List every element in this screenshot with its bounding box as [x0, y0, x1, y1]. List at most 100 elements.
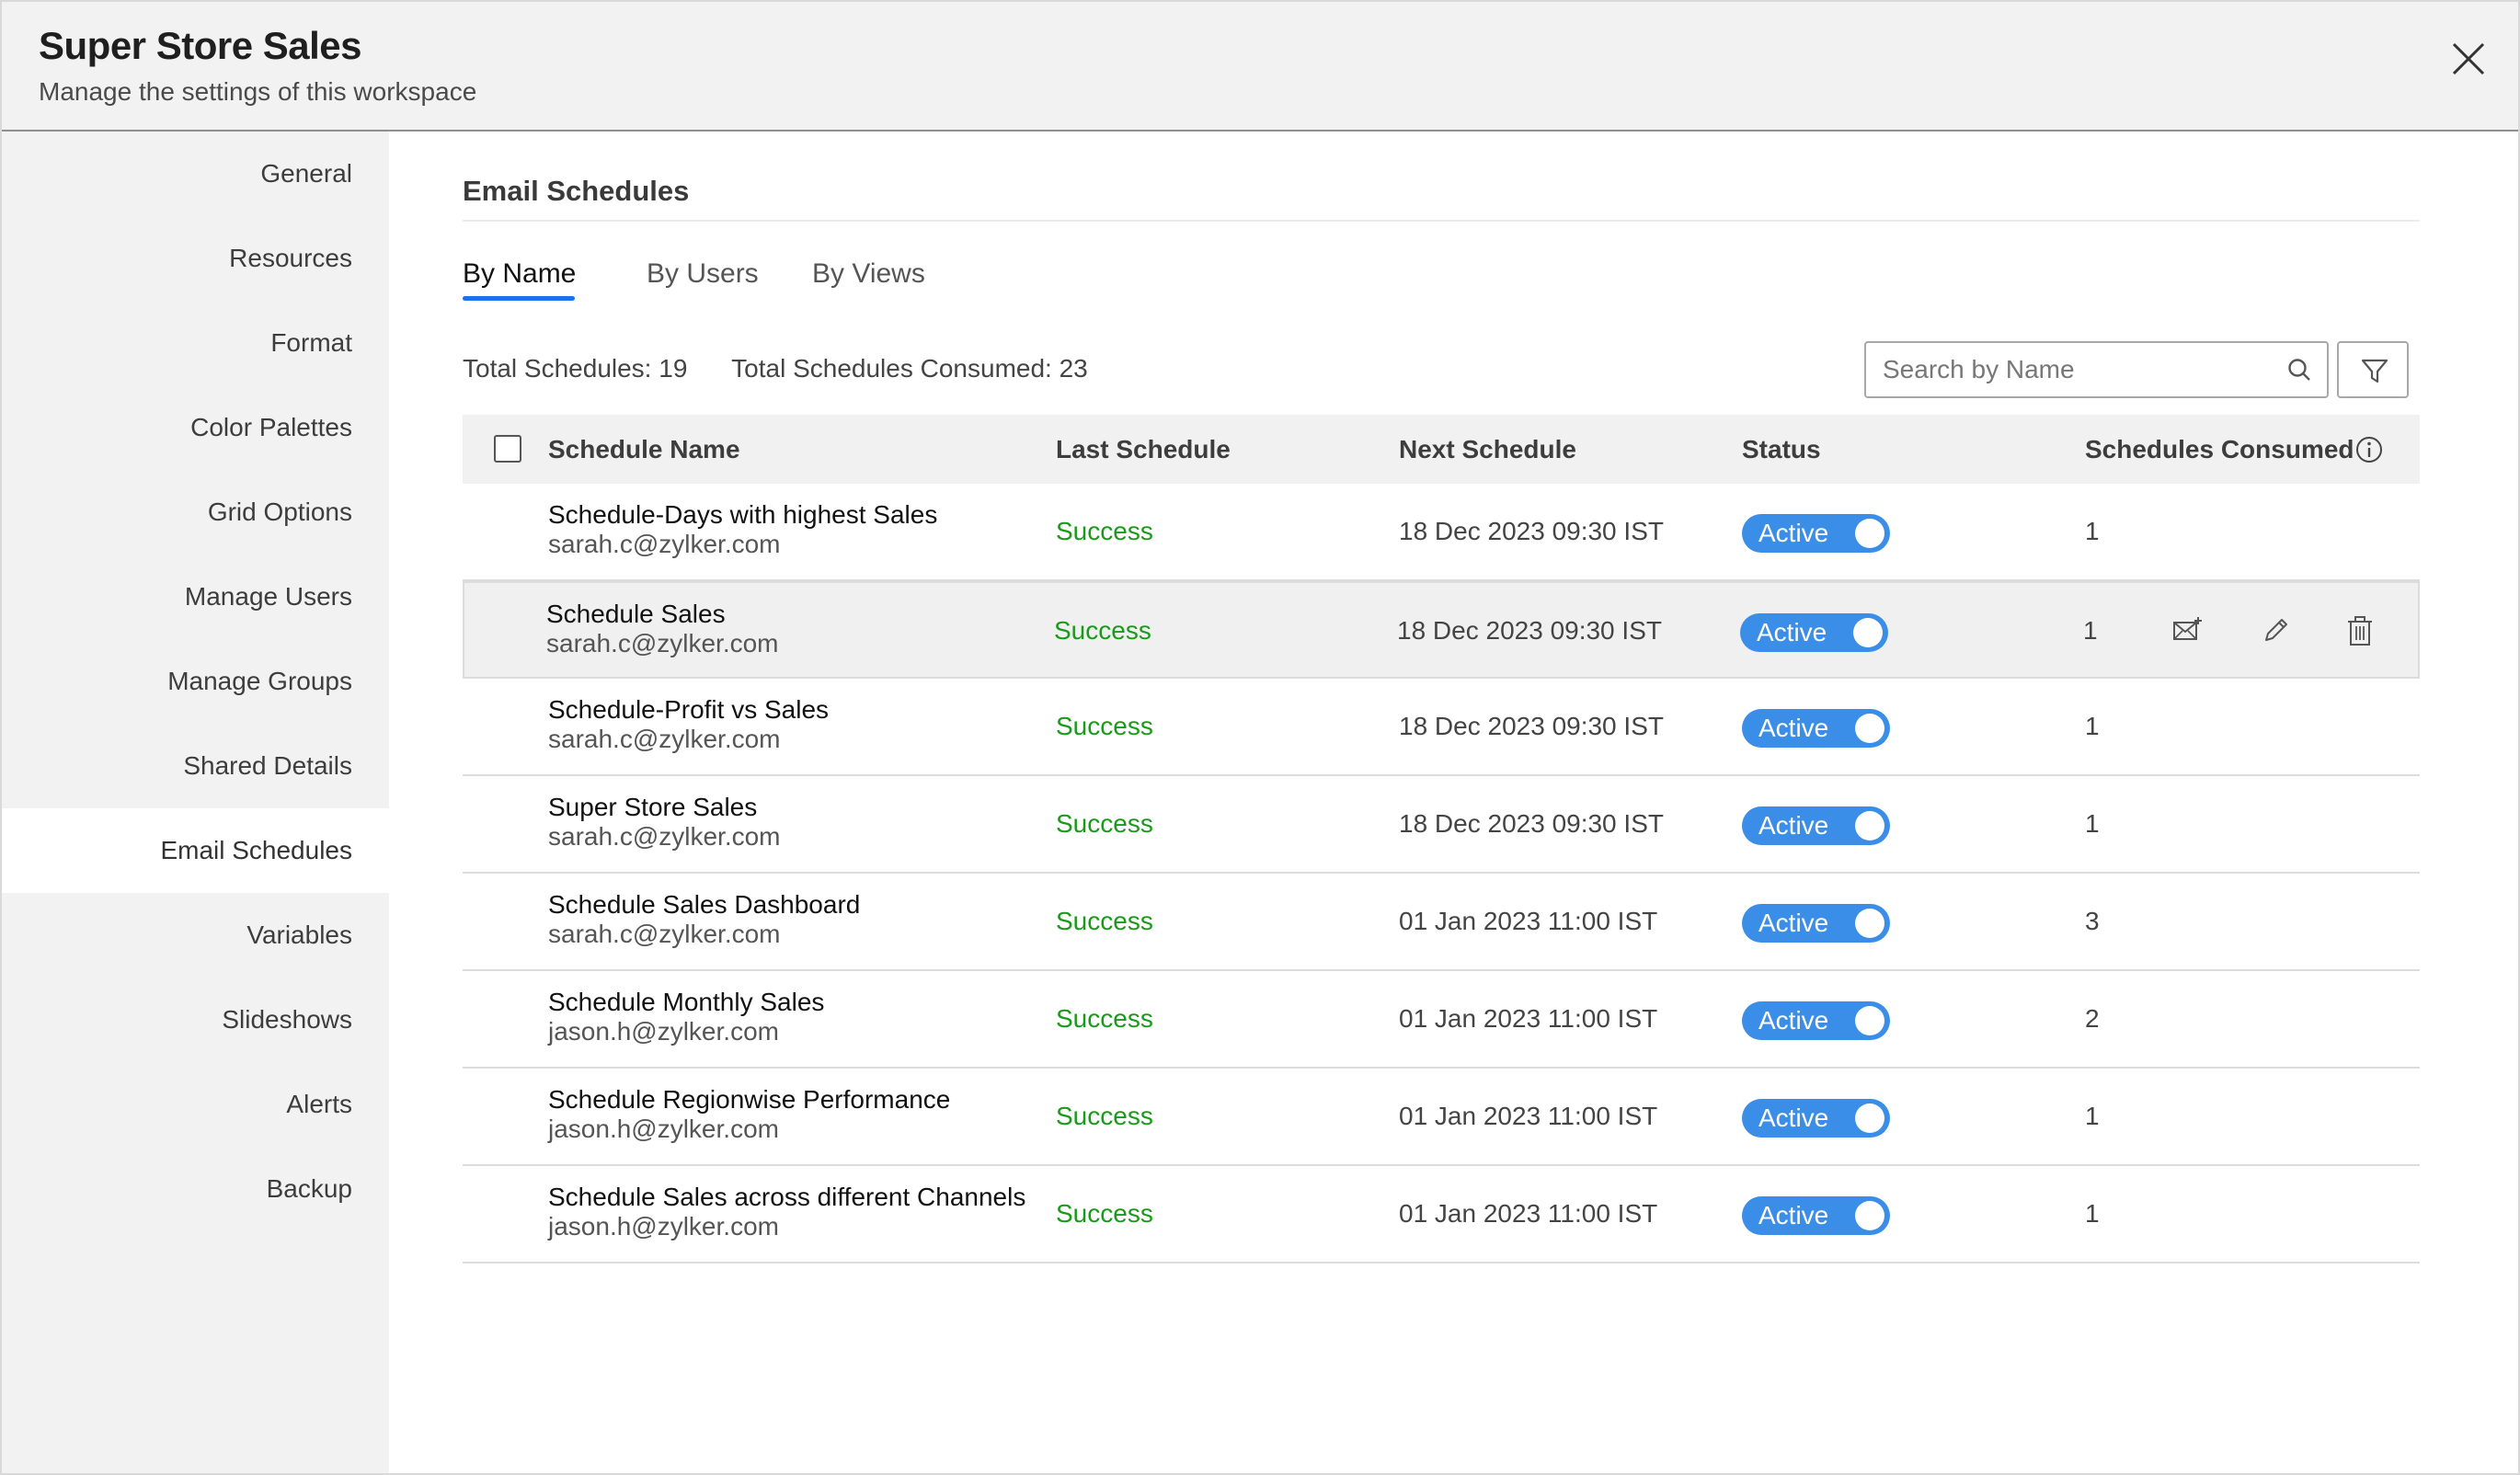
sidebar-item-resources[interactable]: Resources — [2, 216, 352, 301]
total-schedules-consumed: Total Schedules Consumed: 23 — [731, 354, 1088, 383]
column-last-schedule[interactable]: Last Schedule — [1056, 415, 1231, 484]
status-toggle-label: Active — [1758, 714, 1829, 742]
schedules-consumed: 1 — [2085, 517, 2100, 545]
status-toggle[interactable]: Active — [1742, 709, 1890, 748]
table-row[interactable]: Schedule Sales across different Channels… — [463, 1166, 2420, 1263]
status-toggle-label: Active — [1757, 618, 1827, 646]
trash-icon[interactable] — [2344, 615, 2376, 646]
last-schedule-status: Success — [1056, 1102, 1153, 1130]
column-schedules-consumed[interactable]: Schedules Consumed — [2085, 415, 2354, 484]
sidebar-item-manage-users[interactable]: Manage Users — [2, 555, 352, 639]
search-input[interactable] — [1883, 343, 2269, 396]
sidebar-item-alerts[interactable]: Alerts — [2, 1062, 352, 1147]
schedule-name[interactable]: Schedule Monthly Sales — [548, 988, 824, 1017]
sidebar-item-variables[interactable]: Variables — [2, 893, 352, 978]
schedule-name[interactable]: Schedule-Profit vs Sales — [548, 695, 829, 725]
filter-button[interactable] — [2337, 341, 2409, 398]
schedule-name[interactable]: Schedule Regionwise Performance — [548, 1085, 950, 1115]
status-toggle[interactable]: Active — [1742, 1099, 1890, 1138]
toggle-knob — [1853, 618, 1883, 647]
schedule-name[interactable]: Schedule-Days with highest Sales — [548, 500, 937, 530]
table-row[interactable]: Schedule-Days with highest Sales sarah.c… — [463, 484, 2420, 581]
main-content: Email Schedules By Name By Users By View… — [389, 131, 2518, 1473]
schedule-name[interactable]: Super Store Sales — [548, 793, 757, 822]
sidebar-item-grid-options[interactable]: Grid Options — [2, 470, 352, 555]
status-toggle-label: Active — [1758, 1006, 1829, 1035]
next-schedule-time: 01 Jan 2023 11:00 IST — [1399, 907, 1658, 935]
status-toggle[interactable]: Active — [1742, 1196, 1890, 1235]
sidebar-item-manage-groups[interactable]: Manage Groups — [2, 639, 352, 724]
table-row[interactable]: Schedule-Profit vs Sales sarah.c@zylker.… — [463, 679, 2420, 776]
pencil-icon[interactable] — [2260, 615, 2291, 646]
schedule-name[interactable]: Schedule Sales across different Channels — [548, 1183, 1025, 1212]
workspace-settings-dialog: Super Store Sales Manage the settings of… — [0, 0, 2520, 1475]
sidebar-item-backup[interactable]: Backup — [2, 1147, 352, 1231]
schedules-consumed: 1 — [2085, 1199, 2100, 1228]
table-row[interactable]: Schedule Sales Dashboard sarah.c@zylker.… — [463, 874, 2420, 971]
page-title: Super Store Sales — [39, 24, 361, 67]
table-row[interactable]: Schedule Sales sarah.c@zylker.com Succes… — [463, 581, 2420, 679]
last-schedule-status: Success — [1056, 1004, 1153, 1033]
total-schedules: Total Schedules: 19 — [463, 354, 688, 383]
last-schedule-status: Success — [1056, 1199, 1153, 1228]
schedule-owner-email: sarah.c@zylker.com — [548, 530, 781, 558]
column-schedule-name[interactable]: Schedule Name — [548, 415, 740, 484]
last-schedule-status: Success — [1056, 907, 1153, 935]
status-toggle[interactable]: Active — [1742, 806, 1890, 845]
last-schedule-status: Success — [1056, 517, 1153, 545]
active-tab-indicator — [463, 296, 575, 301]
search-box — [1864, 341, 2329, 398]
toggle-knob — [1855, 1006, 1884, 1035]
sidebar-item-general[interactable]: General — [2, 131, 352, 216]
schedules-consumed: 1 — [2083, 616, 2098, 645]
sidebar-item-slideshows[interactable]: Slideshows — [2, 978, 352, 1062]
tab-by-views[interactable]: By Views — [812, 258, 925, 290]
select-all-checkbox[interactable] — [494, 435, 521, 463]
schedules-consumed: 1 — [2085, 712, 2100, 740]
schedules-consumed: 2 — [2085, 1004, 2100, 1033]
sidebar-item-email-schedules[interactable]: Email Schedules — [2, 808, 389, 893]
schedule-name[interactable]: Schedule Sales Dashboard — [548, 890, 860, 920]
page-subtitle: Manage the settings of this workspace — [39, 77, 477, 106]
settings-sidebar: General Resources Format Color Palettes … — [2, 131, 389, 1473]
table-row[interactable]: Super Store Sales sarah.c@zylker.com Suc… — [463, 776, 2420, 874]
next-schedule-time: 18 Dec 2023 09:30 IST — [1399, 517, 1664, 545]
tab-by-users[interactable]: By Users — [647, 258, 759, 290]
schedule-owner-email: jason.h@zylker.com — [548, 1115, 779, 1143]
status-toggle[interactable]: Active — [1740, 613, 1888, 652]
sidebar-item-format[interactable]: Format — [2, 301, 352, 385]
close-button[interactable] — [2448, 39, 2489, 79]
next-schedule-time: 18 Dec 2023 09:30 IST — [1399, 809, 1664, 838]
schedule-summary: Total Schedules: 19 Total Schedules Cons… — [463, 354, 1088, 383]
sidebar-item-shared-details[interactable]: Shared Details — [2, 724, 352, 808]
tab-by-name[interactable]: By Name — [463, 258, 576, 290]
table-row[interactable]: Schedule Regionwise Performance jason.h@… — [463, 1069, 2420, 1166]
status-toggle[interactable]: Active — [1742, 904, 1890, 943]
toggle-knob — [1855, 811, 1884, 840]
toggle-knob — [1855, 1103, 1884, 1133]
status-toggle-label: Active — [1758, 1201, 1829, 1229]
table-row[interactable]: Schedule Monthly Sales jason.h@zylker.co… — [463, 971, 2420, 1069]
info-icon[interactable] — [2354, 435, 2384, 464]
sidebar-item-color-palettes[interactable]: Color Palettes — [2, 385, 352, 470]
dialog-header: Super Store Sales Manage the settings of… — [2, 2, 2518, 131]
filter-icon — [2361, 359, 2388, 383]
schedule-owner-email: sarah.c@zylker.com — [548, 725, 781, 753]
status-toggle[interactable]: Active — [1742, 1001, 1890, 1040]
mail-send-icon[interactable] — [2171, 615, 2203, 646]
search-icon[interactable] — [2286, 357, 2312, 383]
schedules-consumed: 1 — [2085, 1102, 2100, 1130]
toggle-knob — [1855, 519, 1884, 548]
schedule-owner-email: sarah.c@zylker.com — [548, 920, 781, 948]
schedules-consumed: 3 — [2085, 907, 2100, 935]
column-status[interactable]: Status — [1742, 415, 1821, 484]
toggle-knob — [1855, 714, 1884, 743]
status-toggle-label: Active — [1758, 909, 1829, 937]
schedule-name[interactable]: Schedule Sales — [546, 600, 726, 629]
status-toggle[interactable]: Active — [1742, 514, 1890, 553]
status-toggle-label: Active — [1758, 1103, 1829, 1132]
close-icon — [2452, 42, 2485, 75]
divider — [463, 220, 2420, 222]
column-next-schedule[interactable]: Next Schedule — [1399, 415, 1576, 484]
next-schedule-time: 01 Jan 2023 11:00 IST — [1399, 1004, 1658, 1033]
